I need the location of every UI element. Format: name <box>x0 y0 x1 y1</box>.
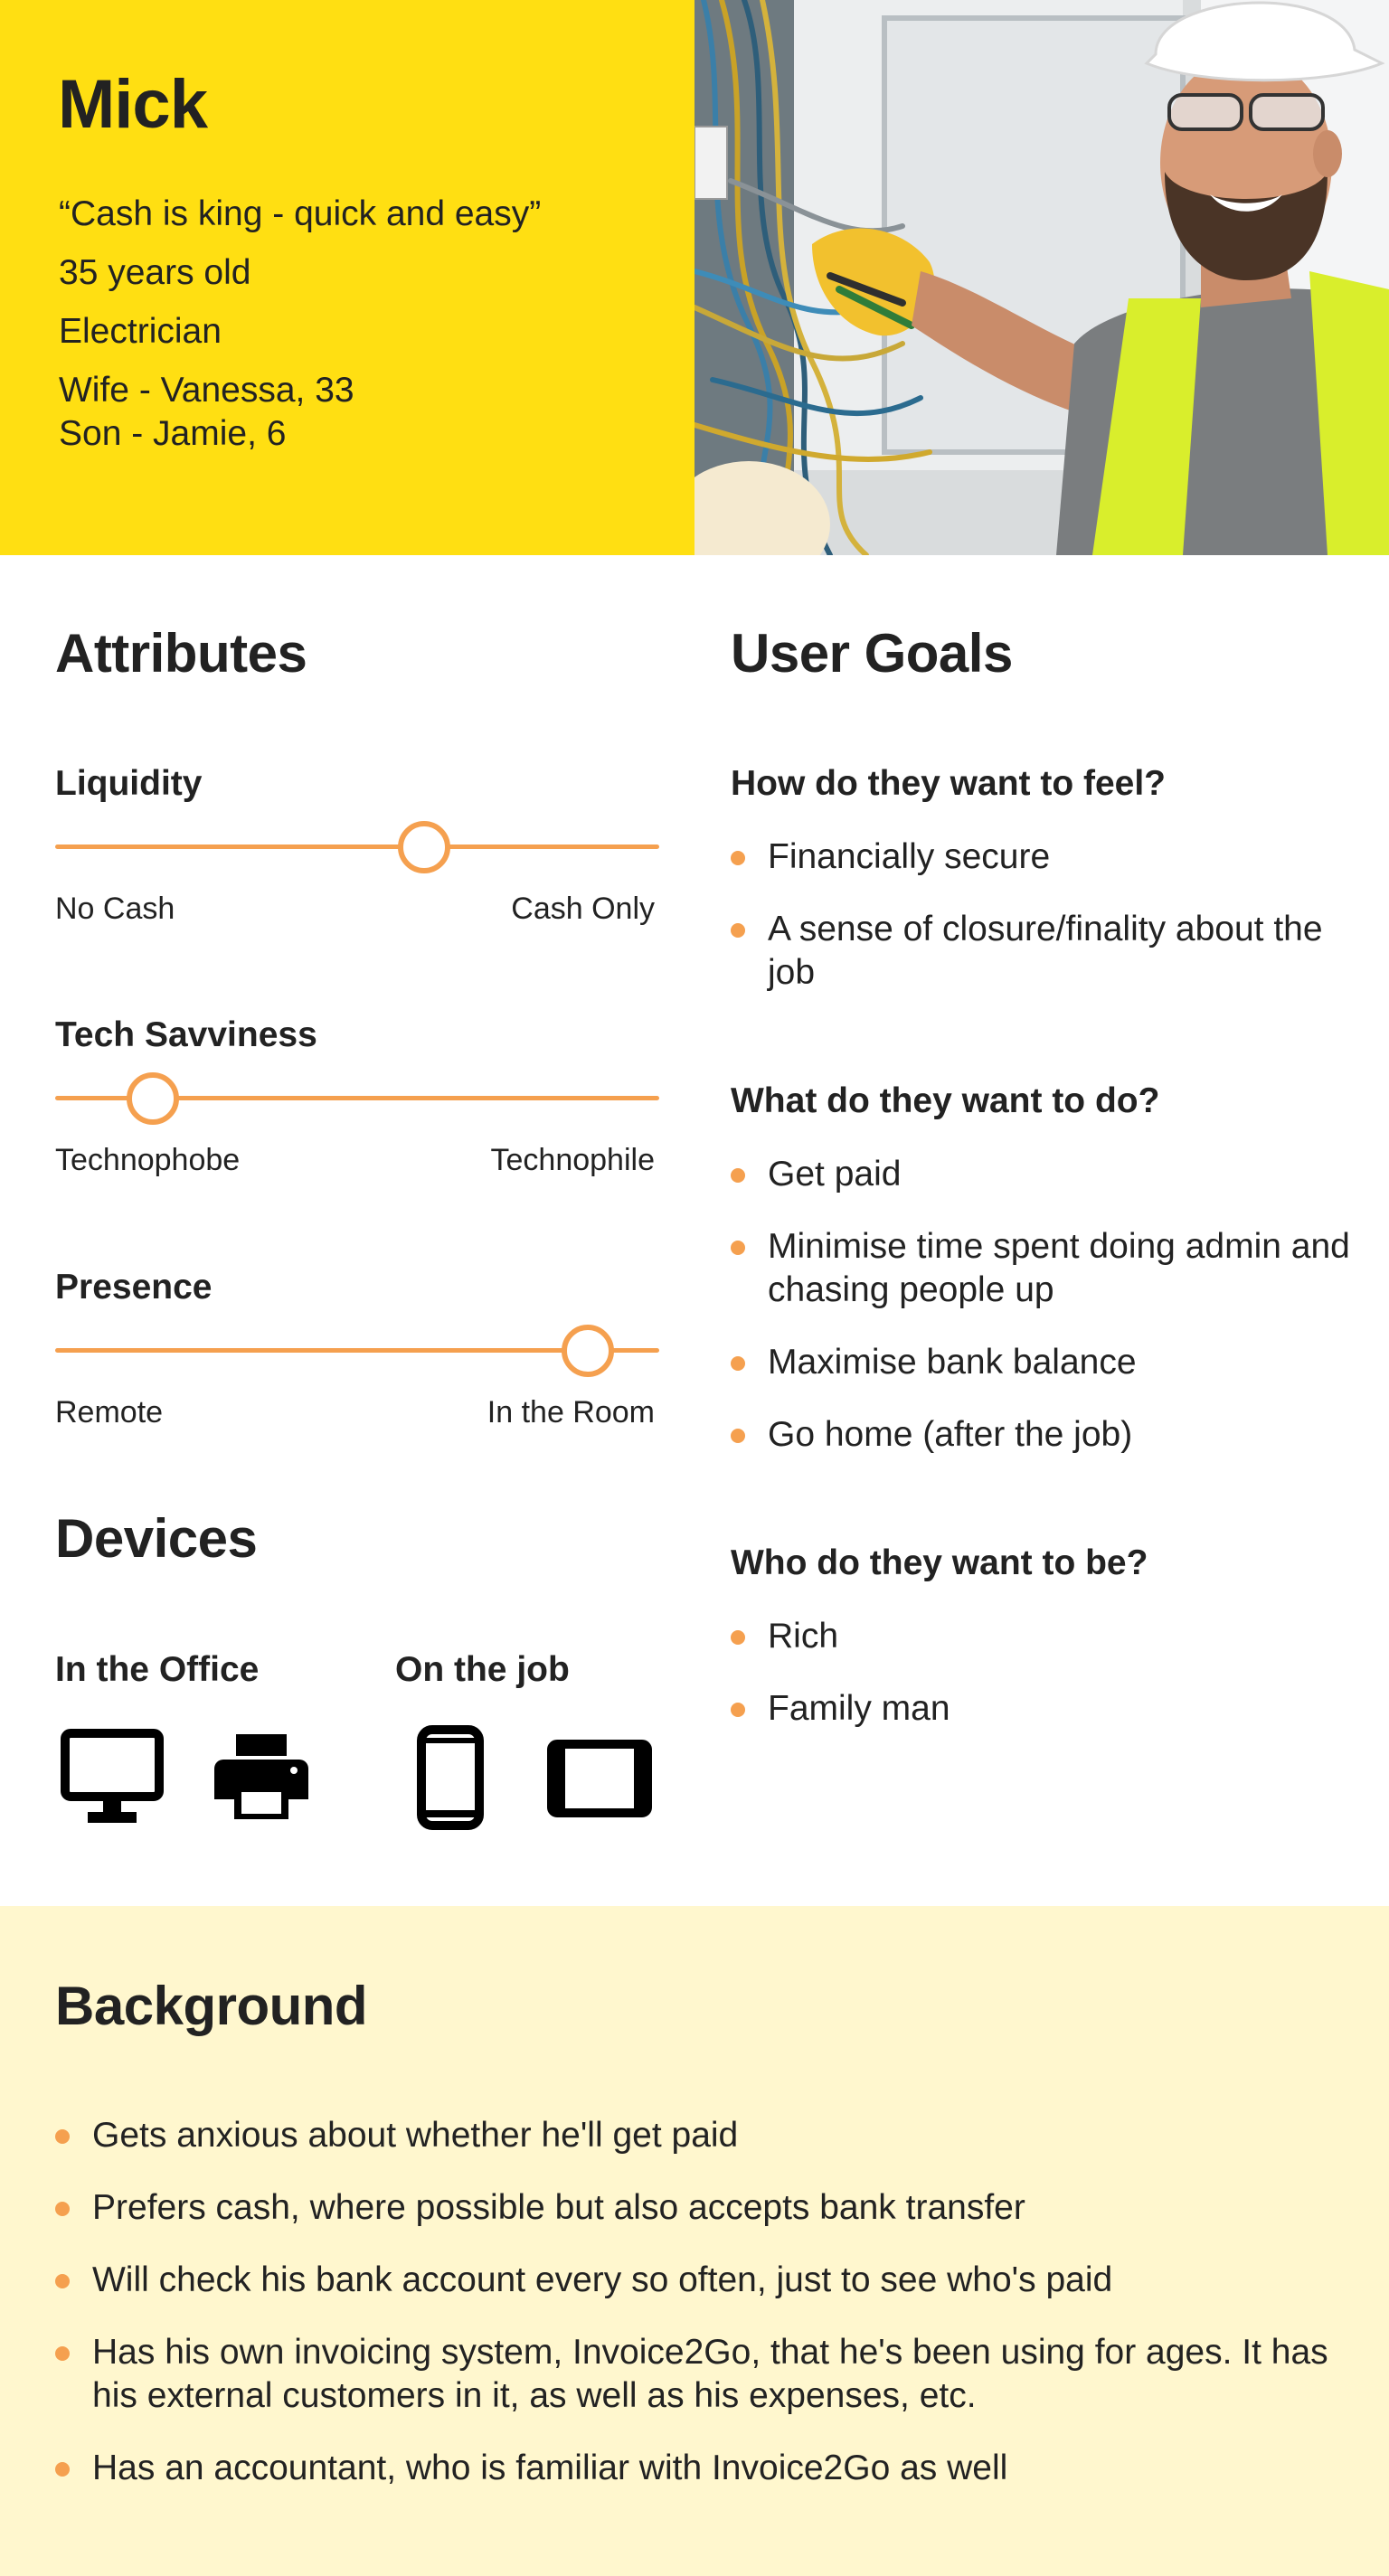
list-item: Has an accountant, who is familiar with … <box>55 2447 1330 2490</box>
goal-list-feel: Financially secure A sense of closure/fi… <box>731 835 1355 1024</box>
attributes-title: Attributes <box>55 623 307 684</box>
persona-family-son: Son - Jamie, 6 <box>59 414 287 453</box>
slider-title-liquidity: Liquidity <box>55 764 203 803</box>
slider-title-presence: Presence <box>55 1268 213 1307</box>
slider-thumb[interactable] <box>126 1072 179 1125</box>
persona-info-panel: Mick “Cash is king - quick and easy” 35 … <box>0 0 694 555</box>
device-group-office: In the Office <box>55 1650 260 1689</box>
goal-question-do: What do they want to do? <box>731 1081 1160 1120</box>
slider-title-tech-savviness: Tech Savviness <box>55 1015 317 1054</box>
tech-savviness-slider[interactable] <box>55 1071 659 1125</box>
list-item: Family man <box>731 1687 1355 1731</box>
list-item: Get paid <box>731 1153 1355 1196</box>
list-item: Rich <box>731 1615 1355 1658</box>
desktop-monitor-icon <box>61 1729 164 1825</box>
smartphone-icon <box>417 1725 484 1830</box>
slider-thumb[interactable] <box>561 1325 614 1377</box>
persona-header: Mick “Cash is king - quick and easy” 35 … <box>0 0 1389 555</box>
persona-occupation: Electrician <box>59 312 222 351</box>
liquidity-slider[interactable] <box>55 819 659 873</box>
tablet-icon <box>547 1740 652 1817</box>
goal-question-be: Who do they want to be? <box>731 1543 1148 1582</box>
list-item: Maximise bank balance <box>731 1341 1355 1384</box>
slider-min-label: Technophobe <box>55 1143 241 1177</box>
presence-slider[interactable] <box>55 1323 659 1377</box>
slider-max-label: In the Room <box>487 1395 655 1430</box>
persona-age: 35 years old <box>59 253 251 292</box>
printer-icon <box>214 1732 308 1819</box>
background-title: Background <box>55 1976 368 2036</box>
slider-min-label: Remote <box>55 1395 164 1430</box>
list-item: Financially secure <box>731 835 1355 879</box>
list-item: Gets anxious about whether he'll get pai… <box>55 2114 1330 2157</box>
persona-family-wife: Wife - Vanessa, 33 <box>59 371 354 410</box>
goal-list-be: Rich Family man <box>731 1615 1355 1760</box>
background-list: Gets anxious about whether he'll get pai… <box>55 2114 1330 2519</box>
device-group-on-the-job: On the job <box>395 1650 570 1689</box>
list-item: Has his own invoicing system, Invoice2Go… <box>55 2331 1330 2418</box>
electrician-photo-illustration <box>694 0 1389 555</box>
devices-title: Devices <box>55 1508 258 1569</box>
user-goals-title: User Goals <box>731 623 1013 684</box>
list-item: Will check his bank account every so oft… <box>55 2259 1330 2302</box>
persona-photo <box>694 0 1389 555</box>
persona-quote: “Cash is king - quick and easy” <box>59 194 542 233</box>
slider-thumb[interactable] <box>398 821 451 873</box>
slider-max-label: Technophile <box>490 1143 655 1177</box>
slider-min-label: No Cash <box>55 892 175 926</box>
list-item: Minimise time spent doing admin and chas… <box>731 1225 1355 1312</box>
list-item: A sense of closure/finality about the jo… <box>731 908 1355 995</box>
goal-list-do: Get paid Minimise time spent doing admin… <box>731 1153 1355 1486</box>
list-item: Prefers cash, where possible but also ac… <box>55 2186 1330 2230</box>
persona-name: Mick <box>58 66 208 143</box>
slider-max-label: Cash Only <box>511 892 655 926</box>
goal-question-feel: How do they want to feel? <box>731 764 1167 803</box>
slider-track <box>55 845 659 849</box>
background-section: Background Gets anxious about whether he… <box>0 1906 1389 2576</box>
list-item: Go home (after the job) <box>731 1413 1355 1457</box>
